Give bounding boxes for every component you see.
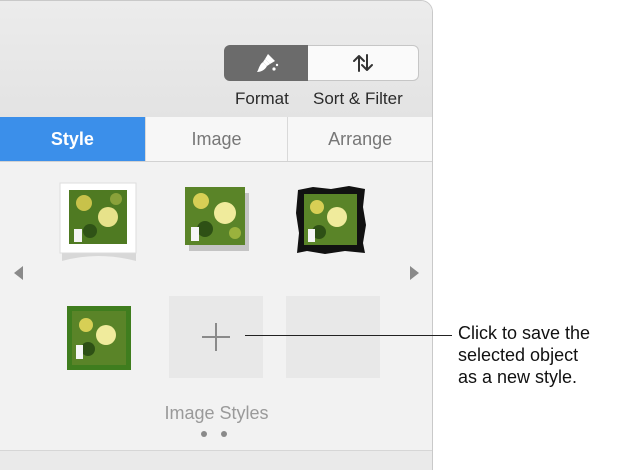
sort-arrows-icon [353, 54, 373, 72]
image-style-thumbnail-shadow[interactable] [183, 185, 251, 253]
paintbrush-icon [257, 54, 279, 72]
callout-text: Click to save the selected object as a n… [458, 322, 622, 388]
page-dot[interactable] [201, 431, 207, 437]
next-section-strip [0, 450, 432, 470]
callout-line [245, 335, 452, 336]
image-style-thumbnail-rough-border[interactable] [295, 185, 367, 255]
inspector-tabs: Style Image Arrange [0, 117, 432, 162]
image-styles-label: Image Styles [164, 403, 269, 423]
tab-image[interactable]: Image [144, 117, 288, 161]
image-style-thumbnail-bevel[interactable] [66, 305, 132, 371]
callout-line-1: Click to save the [458, 323, 591, 343]
callout-line-3: as a new style. [458, 367, 578, 387]
empty-style-slot[interactable] [286, 296, 380, 378]
add-style-button[interactable] [169, 296, 263, 378]
page-indicator [201, 431, 227, 437]
sort-filter-label: Sort & Filter [313, 89, 403, 108]
sort-filter-button[interactable] [308, 45, 419, 81]
image-style-thumbnail-frame[interactable] [58, 181, 140, 267]
page-dot[interactable] [221, 431, 227, 437]
format-button[interactable] [224, 45, 308, 81]
format-label: Format [235, 89, 289, 108]
next-page-arrow-icon[interactable] [410, 266, 419, 280]
tab-style[interactable]: Style [0, 117, 145, 161]
format-inspector-panel: Format Sort & Filter Style Image Arrange [0, 0, 433, 470]
plus-icon [202, 323, 230, 351]
tab-arrange[interactable]: Arrange [287, 117, 432, 161]
callout-line-2: selected object [458, 345, 579, 365]
inspector-toolbar: Format Sort & Filter [0, 1, 432, 118]
previous-page-arrow-icon[interactable] [14, 266, 23, 280]
